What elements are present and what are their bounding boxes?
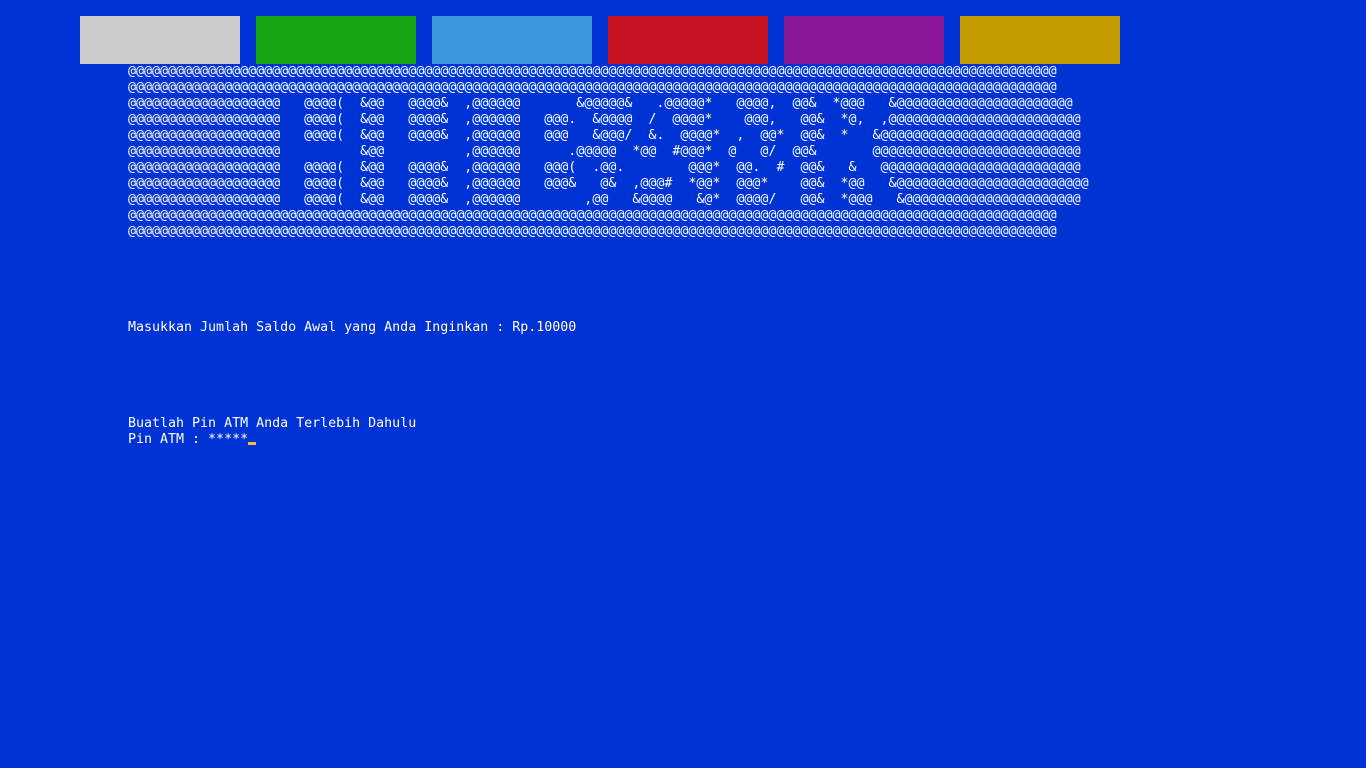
ascii-line: @@@@@@@@@@@@@@@@@@@@@@@@@@@@@@@@@@@@@@@@… — [128, 208, 1057, 223]
ascii-line: @@@@@@@@@@@@@@@@@@@ @@@@( &@@ @@@@& ,@@@… — [128, 128, 1081, 143]
swatch-purple — [784, 16, 944, 64]
text-cursor — [248, 442, 257, 445]
swatch-red — [608, 16, 768, 64]
swatch-green — [256, 16, 416, 64]
pin-input-line[interactable]: Pin ATM : ***** — [128, 432, 257, 448]
ascii-line: @@@@@@@@@@@@@@@@@@@ @@@@( &@@ @@@@& ,@@@… — [128, 192, 1081, 207]
ascii-line: @@@@@@@@@@@@@@@@@@@ @@@@( &@@ @@@@& ,@@@… — [128, 112, 1081, 127]
swatch-gray — [80, 16, 240, 64]
ascii-line: @@@@@@@@@@@@@@@@@@@ @@@@( &@@ @@@@& ,@@@… — [128, 96, 1073, 111]
swatch-gold — [960, 16, 1120, 64]
pin-input-text[interactable]: Pin ATM : ***** — [128, 432, 248, 447]
ascii-line: @@@@@@@@@@@@@@@@@@@@@@@@@@@@@@@@@@@@@@@@… — [128, 80, 1057, 95]
ascii-line: @@@@@@@@@@@@@@@@@@@@@@@@@@@@@@@@@@@@@@@@… — [128, 64, 1057, 79]
ascii-line: @@@@@@@@@@@@@@@@@@@@@@@@@@@@@@@@@@@@@@@@… — [128, 224, 1057, 239]
ascii-line: @@@@@@@@@@@@@@@@@@@ &@@ ,@@@@@@ .@@@@@ *… — [128, 144, 1081, 159]
swatch-light-blue — [432, 16, 592, 64]
saldo-prompt-line: Masukkan Jumlah Saldo Awal yang Anda Ing… — [128, 320, 577, 335]
ascii-line: @@@@@@@@@@@@@@@@@@@ @@@@( &@@ @@@@& ,@@@… — [128, 160, 1081, 175]
pin-instruction-line: Buatlah Pin ATM Anda Terlebih Dahulu — [128, 416, 417, 431]
ascii-art-banner: @@@@@@@@@@@@@@@@@@@@@@@@@@@@@@@@@@@@@@@@… — [128, 64, 1089, 240]
ascii-line: @@@@@@@@@@@@@@@@@@@ @@@@( &@@ @@@@& ,@@@… — [128, 176, 1089, 191]
